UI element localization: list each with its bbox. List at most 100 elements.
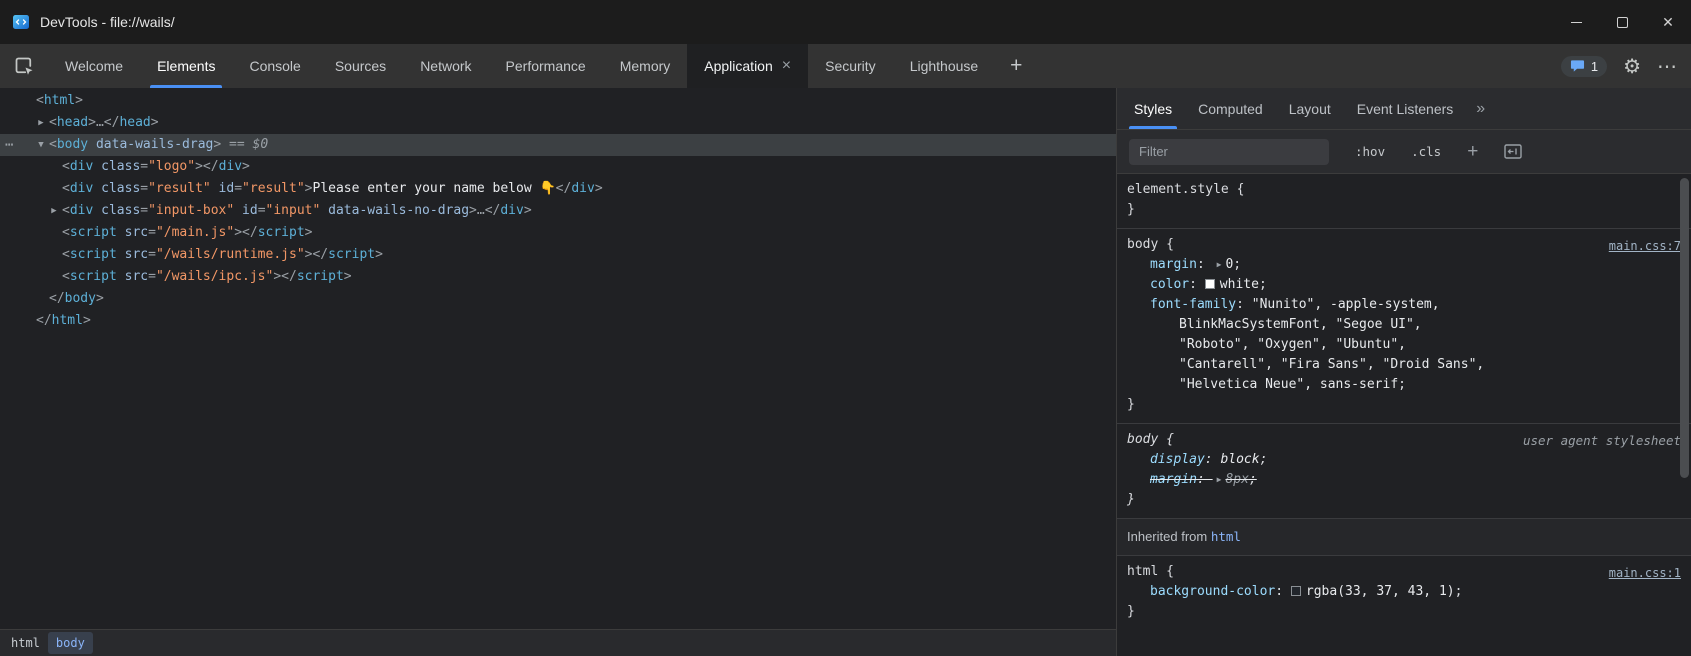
scrollbar-thumb[interactable] <box>1680 178 1689 478</box>
tab-application[interactable]: Application× <box>687 44 808 88</box>
new-style-rule-button[interactable]: + <box>1467 142 1478 161</box>
expand-shorthand-icon[interactable]: ▶ <box>1217 255 1222 275</box>
styles-tab-label: Styles <box>1134 101 1172 117</box>
dom-tree-row[interactable]: </body> <box>0 288 1116 310</box>
close-button[interactable]: ✕ <box>1645 0 1691 44</box>
close-tab-icon[interactable]: × <box>782 58 791 74</box>
code-token: </ <box>281 269 297 284</box>
css-property[interactable]: font-family: "Nunito", -apple-system,Bli… <box>1127 295 1681 395</box>
css-property[interactable]: margin: ▶0; <box>1127 255 1681 275</box>
styles-filter-row: :hov .cls + <box>1117 130 1691 174</box>
more-menu-button[interactable]: ⋯ <box>1657 54 1677 79</box>
minimize-button[interactable] <box>1553 0 1599 44</box>
tab-memory[interactable]: Memory <box>603 44 688 88</box>
property-value: rgba(33, 37, 43, 1) <box>1306 584 1455 599</box>
rule-selector[interactable]: body <box>1127 237 1158 252</box>
code-token: "/wails/runtime.js" <box>156 247 305 262</box>
stylesheet-link[interactable]: main.css:1 <box>1609 563 1681 583</box>
stylesheet-origin-label: user agent stylesheet <box>1523 431 1681 451</box>
code-token: > <box>234 225 242 240</box>
filter-input[interactable] <box>1129 139 1329 165</box>
collapse-arrow-icon[interactable]: ▼ <box>34 134 48 156</box>
expand-arrow-icon[interactable]: ▶ <box>34 112 48 134</box>
tab-welcome[interactable]: Welcome <box>48 44 140 88</box>
close-brace: } <box>1127 200 1681 220</box>
style-rule: element.style {} <box>1117 174 1691 229</box>
code-token: > <box>305 181 313 196</box>
semicolon: ; <box>1259 277 1267 292</box>
dom-tree-row[interactable]: <script src="/main.js"></script> <box>0 222 1116 244</box>
dom-tree-row[interactable]: <script src="/wails/ipc.js"></script> <box>0 266 1116 288</box>
toggle-sidebar-button[interactable] <box>1504 144 1522 159</box>
code-token: "logo" <box>148 159 195 174</box>
tab-console[interactable]: Console <box>232 44 317 88</box>
dom-tree-row[interactable]: </html> <box>0 310 1116 332</box>
code-token: src <box>117 225 148 240</box>
styles-tab-layout[interactable]: Layout <box>1276 88 1344 129</box>
css-property[interactable]: background-color: rgba(33, 37, 43, 1); <box>1127 582 1681 602</box>
rule-selector[interactable]: body <box>1127 432 1158 447</box>
code-token: > <box>524 203 532 218</box>
rule-selector[interactable]: html <box>1127 564 1158 579</box>
minimize-icon <box>1571 22 1582 23</box>
inherited-node-link[interactable]: html <box>1211 529 1241 544</box>
code-token: "/main.js" <box>156 225 234 240</box>
tab-label: Memory <box>620 58 671 74</box>
dom-tree-row[interactable]: ▶<head>…</head> <box>0 112 1116 134</box>
open-brace: { <box>1158 564 1174 579</box>
code-token: id <box>234 203 257 218</box>
dom-tree-row[interactable]: ▶<div class="input-box" id="input" data-… <box>0 200 1116 222</box>
tab-performance[interactable]: Performance <box>489 44 603 88</box>
code-token: < <box>62 159 70 174</box>
code-token: = <box>148 225 156 240</box>
close-brace: } <box>1127 602 1681 622</box>
issues-button[interactable]: 1 <box>1561 56 1607 77</box>
expand-shorthand-icon[interactable]: ▶ <box>1217 470 1222 490</box>
property-name: background-color <box>1150 584 1275 599</box>
style-rule: main.css:7body {margin: ▶0;color: white;… <box>1117 229 1691 424</box>
rule-selector[interactable]: element.style <box>1127 182 1229 197</box>
styles-tab-event-listeners[interactable]: Event Listeners <box>1344 88 1467 129</box>
more-tools-button[interactable]: + <box>995 44 1037 88</box>
dom-tree-row[interactable]: <div class="result" id="result">Please e… <box>0 178 1116 200</box>
css-property[interactable]: margin: ▶8px; <box>1127 470 1681 490</box>
code-token: == $0 <box>221 137 268 152</box>
maximize-button[interactable] <box>1599 0 1645 44</box>
colon: : <box>1275 584 1291 599</box>
chat-bubble-icon <box>1570 59 1585 73</box>
inspect-element-button[interactable] <box>0 44 48 88</box>
row-menu-dots-icon[interactable]: ⋯ <box>5 134 14 156</box>
tab-lighthouse[interactable]: Lighthouse <box>893 44 996 88</box>
code-token: script <box>70 225 117 240</box>
toggle-hover-state-button[interactable]: :hov <box>1355 144 1385 159</box>
breadcrumb-html[interactable]: html <box>3 632 48 654</box>
more-sidebar-tabs-button[interactable]: » <box>1466 88 1495 129</box>
dom-tree-row[interactable]: <div class="logo"></div> <box>0 156 1116 178</box>
inherited-from-header: Inherited from html <box>1117 519 1691 556</box>
dom-tree-row[interactable]: <html> <box>0 90 1116 112</box>
color-swatch[interactable] <box>1291 586 1301 596</box>
tab-sources[interactable]: Sources <box>318 44 403 88</box>
toggle-classes-button[interactable]: .cls <box>1411 144 1441 159</box>
css-property[interactable]: display: block; <box>1127 450 1681 470</box>
code-token: head <box>119 115 150 130</box>
color-swatch[interactable] <box>1205 279 1215 289</box>
code-token: … <box>477 203 485 218</box>
css-property[interactable]: color: white; <box>1127 275 1681 295</box>
tab-security[interactable]: Security <box>808 44 893 88</box>
dom-tree-row[interactable]: ⋯▼<body data-wails-drag> == $0 <box>0 134 1116 156</box>
styles-tab-computed[interactable]: Computed <box>1185 88 1276 129</box>
tab-network[interactable]: Network <box>403 44 488 88</box>
settings-button[interactable]: ⚙ <box>1623 54 1641 79</box>
code-token: </ <box>242 225 258 240</box>
dom-tree-row[interactable]: <script src="/wails/runtime.js"></script… <box>0 244 1116 266</box>
expand-arrow-icon[interactable]: ▶ <box>47 200 61 222</box>
property-name: font-family <box>1150 297 1236 312</box>
issues-count: 1 <box>1591 59 1598 74</box>
breadcrumb-body[interactable]: body <box>48 632 93 654</box>
tab-elements[interactable]: Elements <box>140 44 232 88</box>
sidebar-toggle-icon <box>1504 144 1522 159</box>
gear-icon: ⚙ <box>1623 54 1641 79</box>
styles-tab-styles[interactable]: Styles <box>1121 88 1185 129</box>
stylesheet-link[interactable]: main.css:7 <box>1609 236 1681 256</box>
